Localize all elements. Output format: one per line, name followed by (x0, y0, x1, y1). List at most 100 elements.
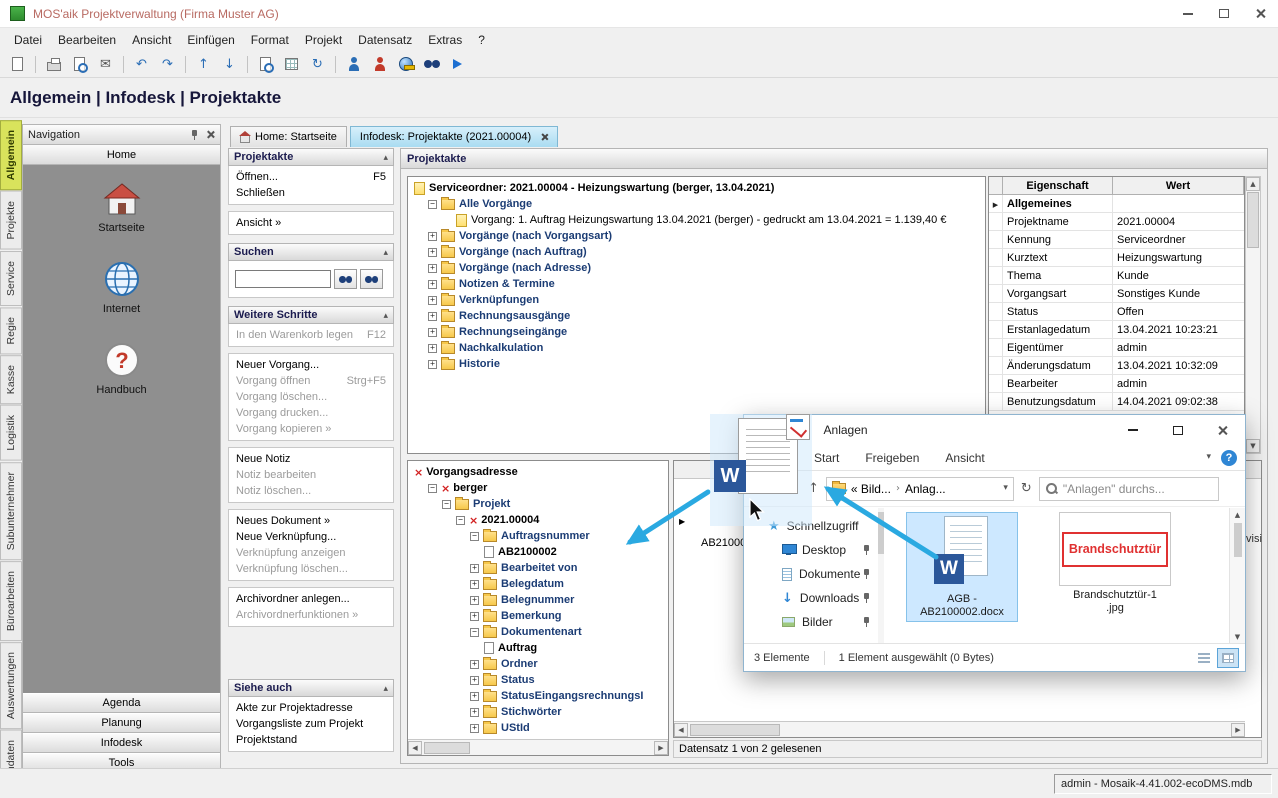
properties-section-row[interactable]: Allgemeines (989, 195, 1244, 213)
menu-hilfe[interactable]: ? (470, 30, 493, 50)
expand-box-icon[interactable] (470, 579, 479, 589)
nav-link-handbuch[interactable]: ? Handbuch (96, 341, 147, 396)
nav-downloads[interactable]: ↓ Downloads (744, 586, 878, 610)
scroll-right-icon[interactable] (654, 740, 668, 755)
details-view-button[interactable] (1193, 648, 1215, 668)
scroll-thumb[interactable] (424, 741, 470, 754)
close-button[interactable] (1242, 0, 1278, 27)
tree-root[interactable]: Serviceordner: 2021.00004 - Heizungswart… (408, 180, 985, 196)
tree-node[interactable]: Rechnungseingänge (408, 324, 985, 340)
expand-box-icon[interactable] (428, 359, 437, 369)
column-wert[interactable]: Wert (1113, 177, 1244, 194)
ribbon-tab-ansicht[interactable]: Ansicht (945, 451, 984, 465)
nav-bar-infodesk[interactable]: Infodesk (23, 733, 220, 753)
report-preview-button[interactable] (253, 53, 278, 76)
grid-horizontal-scrollbar[interactable] (674, 721, 1245, 737)
archive-checkout-button[interactable] (367, 53, 392, 76)
explorer-close-button[interactable] (1200, 416, 1245, 445)
move-down-button[interactable]: ↓ (217, 53, 242, 76)
tree-leaf[interactable]: AB2100002 (408, 544, 668, 560)
section-weitere-schritte-header[interactable]: Weitere Schritte (228, 306, 394, 324)
file-brandschutztuer-jpg[interactable]: Brandschutztür Brandschutztür-1 .jpg (1052, 512, 1178, 615)
expand-box-icon[interactable] (470, 611, 479, 621)
scroll-right-icon[interactable] (1231, 722, 1245, 737)
tree-node[interactable]: Vorgänge (nach Vorgangsart) (408, 228, 985, 244)
nav-bar-planung[interactable]: Planung (23, 713, 220, 733)
menu-datei[interactable]: Datei (6, 30, 50, 50)
ribbon-expand-icon[interactable]: ▾ (1206, 453, 1211, 462)
search-advanced-button[interactable] (360, 269, 383, 289)
collapse-box-icon[interactable] (470, 627, 479, 637)
tab-infodesk-projektakte[interactable]: Infodesk: Projektakte (2021.00004) (349, 126, 559, 147)
tree-node[interactable]: Vorgänge (nach Adresse) (408, 260, 985, 276)
section-siehe-auch-header[interactable]: Siehe auch (228, 679, 394, 697)
property-row[interactable]: Kennung Serviceordner (989, 231, 1244, 249)
move-up-button[interactable]: ↑ (191, 53, 216, 76)
tree-node[interactable]: UStId (408, 720, 668, 736)
nav-home-bar[interactable]: Home (23, 145, 220, 165)
tree-node[interactable]: Vorgänge (nach Auftrag) (408, 244, 985, 260)
expand-box-icon[interactable] (470, 563, 479, 573)
tree-node[interactable]: Verknüpfungen (408, 292, 985, 308)
expand-box-icon[interactable] (428, 343, 437, 353)
expand-box-icon[interactable] (470, 723, 479, 733)
scroll-thumb[interactable] (690, 723, 780, 736)
scroll-thumb[interactable] (1233, 523, 1242, 557)
tree-leaf[interactable]: Auftrag (408, 640, 668, 656)
action-neuer-vorgang[interactable]: Neuer Vorgang... (229, 357, 393, 373)
tree-node[interactable]: Alle Vorgänge (408, 196, 985, 212)
scroll-thumb[interactable] (1247, 192, 1259, 248)
side-tab-auswertungen[interactable]: Auswertungen (0, 642, 22, 730)
ribbon-tab-start[interactable]: Start (814, 451, 839, 465)
scroll-up-icon[interactable] (1230, 508, 1245, 521)
tree-node[interactable]: Projekt (408, 496, 668, 512)
menu-datensatz[interactable]: Datensatz (350, 30, 420, 50)
redo-button[interactable]: ↷ (155, 53, 180, 76)
menu-ansicht[interactable]: Ansicht (124, 30, 179, 50)
address-box[interactable]: « Bild... › Anlag... ▾ (825, 476, 1014, 501)
maximize-button[interactable] (1206, 0, 1242, 27)
explorer-minimize-button[interactable] (1110, 416, 1155, 445)
close-panel-icon[interactable] (206, 130, 215, 139)
tree-node[interactable]: Dokumentenart (408, 624, 668, 640)
action-ansicht[interactable]: Ansicht » (229, 215, 393, 231)
run-button[interactable] (445, 53, 470, 76)
tree-node[interactable]: StatusEingangsrechnungsI (408, 688, 668, 704)
property-row[interactable]: Projektname 2021.00004 (989, 213, 1244, 231)
scroll-down-icon[interactable] (1230, 630, 1245, 643)
property-row[interactable]: Kurztext Heizungswartung (989, 249, 1244, 267)
thumbnail-view-button[interactable] (1217, 647, 1239, 668)
action-schliessen[interactable]: Schließen (229, 185, 393, 201)
side-tab-subunternehmer[interactable]: Subunternehmer (0, 461, 22, 561)
expand-box-icon[interactable] (428, 231, 437, 241)
property-row[interactable]: Vorgangsart Sonstiges Kunde (989, 285, 1244, 303)
tree-node[interactable]: Belegnummer (408, 592, 668, 608)
search-input[interactable] (235, 270, 331, 288)
print-preview-button[interactable] (67, 53, 92, 76)
search-binoculars-button[interactable] (419, 53, 444, 76)
tree-node[interactable]: Auftragsnummer (408, 528, 668, 544)
section-projektakte-header[interactable]: Projektakte (228, 148, 394, 166)
tree-node[interactable]: Ordner (408, 656, 668, 672)
minimize-button[interactable] (1170, 0, 1206, 27)
link-akte-projektadresse[interactable]: Akte zur Projektadresse (229, 700, 393, 716)
print-button[interactable] (41, 53, 66, 76)
expand-box-icon[interactable] (470, 691, 479, 701)
collapse-box-icon[interactable] (470, 531, 479, 541)
address-part[interactable]: « Bild... (851, 482, 891, 496)
tab-close-icon[interactable] (540, 133, 548, 141)
explorer-maximize-button[interactable] (1155, 416, 1200, 445)
expand-box-icon[interactable] (428, 295, 437, 305)
property-row[interactable]: Benutzungsdatum 14.04.2021 09:02:38 (989, 393, 1244, 411)
ribbon-tab-freigeben[interactable]: Freigeben (865, 451, 919, 465)
explorer-search-box[interactable]: "Anlagen" durchs... (1038, 476, 1219, 501)
tree-node[interactable]: Belegdatum (408, 576, 668, 592)
link-projektstand[interactable]: Projektstand (229, 732, 393, 748)
tree-node[interactable]: Bearbeitet von (408, 560, 668, 576)
tab-home-startseite[interactable]: Home: Startseite (230, 126, 347, 147)
scroll-up-icon[interactable] (1246, 177, 1260, 191)
nav-bar-agenda[interactable]: Agenda (23, 693, 220, 713)
tree-node[interactable]: Historie (408, 356, 985, 372)
side-tab-kasse[interactable]: Kasse (0, 355, 22, 405)
menu-einfuegen[interactable]: Einfügen (179, 30, 242, 50)
